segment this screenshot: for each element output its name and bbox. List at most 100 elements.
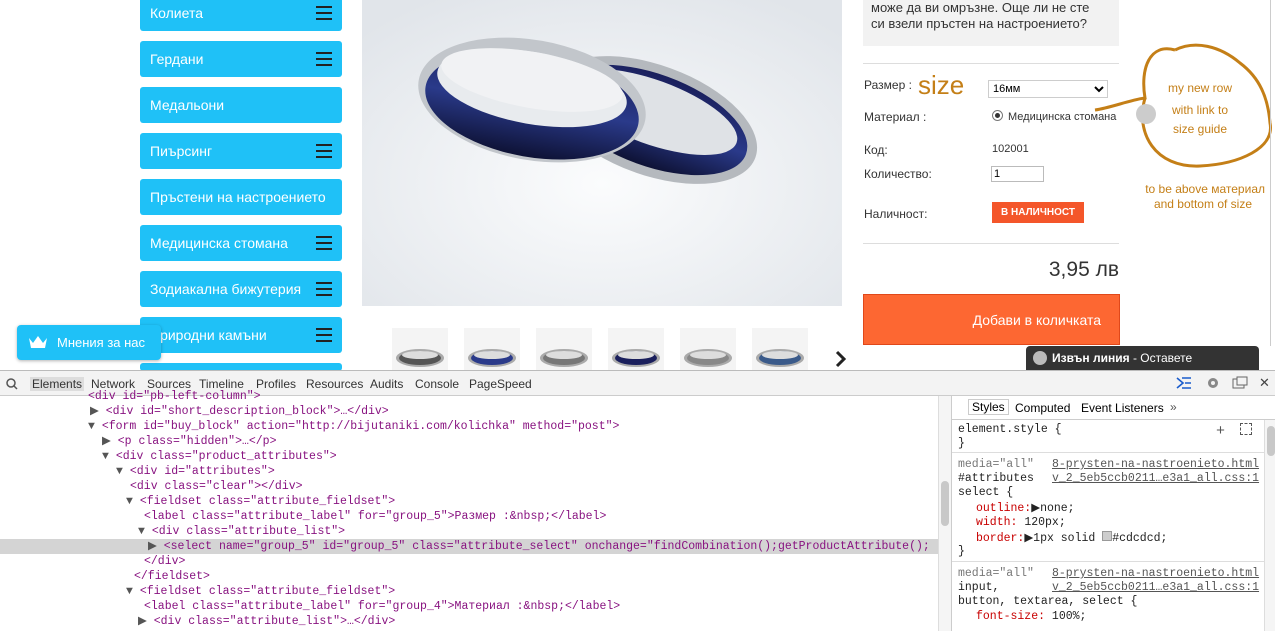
category-label: Пръстени на настроението: [150, 189, 326, 205]
css-value[interactable]: 100%;: [1052, 610, 1087, 623]
dom-node-text: <p class="hidden">…</p>: [117, 435, 277, 448]
chat-icon: [1033, 351, 1047, 365]
element-state-icon[interactable]: [1240, 423, 1252, 435]
product-image[interactable]: [362, 0, 842, 306]
menu-icon[interactable]: [316, 52, 332, 66]
quantity-input[interactable]: [991, 166, 1044, 182]
dom-node[interactable]: <div class="clear"></div>: [0, 479, 938, 494]
description-line: може да ви омръзне. Още ли не сте: [871, 0, 1090, 15]
dom-tree: <div id="pb-left-column"> ▶ <div id="shor…: [0, 390, 938, 631]
style-line: media="all": [958, 567, 1034, 580]
dom-node-text: <div id="pb-left-column">: [88, 390, 261, 403]
annotation-note: and bottom of size: [1153, 197, 1252, 211]
dom-node[interactable]: ▶ <select name="group_5" id="group_5" cl…: [0, 539, 938, 554]
stylesheet-link[interactable]: v_2_5eb5ccb0211…e3a1_all.css:1: [1052, 581, 1259, 595]
thumbnail[interactable]: [536, 328, 592, 370]
css-value[interactable]: #cdcdcd;: [1112, 532, 1167, 545]
menu-icon[interactable]: [316, 6, 332, 20]
scrollbar[interactable]: [938, 396, 951, 631]
thumbnail[interactable]: [464, 328, 520, 370]
size-label: Размер :: [864, 78, 912, 92]
dom-node[interactable]: </fieldset>: [0, 569, 938, 584]
chat-widget[interactable]: Извън линия - Оставете: [1026, 346, 1259, 370]
category-item[interactable]: Колиета: [140, 0, 342, 31]
code-value: 102001: [992, 143, 1029, 155]
scrollbar[interactable]: [1264, 420, 1275, 631]
stylesheet-link[interactable]: 8-prysten-na-nastroenieto.html: [1052, 458, 1259, 472]
scrollbar[interactable]: [1270, 0, 1271, 346]
style-line: element.style {: [958, 423, 1062, 436]
price: 3,95 лв: [1048, 258, 1119, 281]
dom-node[interactable]: <div id="pb-left-column">: [0, 389, 938, 404]
dom-node-text: <div class="product_attributes">: [115, 450, 337, 463]
quantity-label: Количество:: [864, 167, 932, 181]
dom-node[interactable]: </div>: [0, 554, 938, 569]
material-radio[interactable]: [992, 110, 1003, 121]
category-item[interactable]: Медальони: [140, 87, 342, 123]
thumbnail[interactable]: [680, 328, 736, 370]
dom-node[interactable]: ▼ <fieldset class="attribute_fieldset">: [0, 494, 938, 509]
styles-tab[interactable]: Computed: [1015, 401, 1070, 415]
dom-node-text: <label class="attribute_label" for="grou…: [144, 510, 607, 523]
css-value[interactable]: 1px solid: [1033, 532, 1095, 545]
undock-icon[interactable]: [1232, 376, 1248, 390]
styles-tab[interactable]: Event Listeners: [1081, 401, 1164, 415]
gear-icon[interactable]: [1205, 375, 1221, 391]
dom-node[interactable]: ▶ <div class="attribute_list">…</div>: [0, 614, 938, 629]
add-to-cart-button[interactable]: Добави в количката: [863, 294, 1120, 345]
description-line: си взели пръстен на настроението?: [871, 16, 1088, 31]
css-value[interactable]: 120px;: [1024, 516, 1065, 529]
dom-node[interactable]: <label class="attribute_label" for="grou…: [0, 599, 938, 614]
css-prop[interactable]: font-size:: [976, 610, 1045, 623]
code-label: Код:: [864, 143, 888, 157]
css-prop[interactable]: width:: [976, 516, 1017, 529]
category-item[interactable]: Пиърсинг: [140, 133, 342, 169]
add-style-icon[interactable]: +: [1216, 423, 1225, 440]
dom-node[interactable]: ▼ <fieldset class="attribute_fieldset">: [0, 584, 938, 599]
category-item[interactable]: Гердани: [140, 41, 342, 77]
category-item[interactable]: Медицинска стомана: [140, 225, 342, 261]
menu-icon[interactable]: [316, 328, 332, 342]
menu-icon[interactable]: [316, 236, 332, 250]
menu-icon[interactable]: [316, 144, 332, 158]
opinions-button[interactable]: Мнения за нас: [17, 325, 161, 360]
stylesheet-link[interactable]: 8-prysten-na-nastroenieto.html: [1052, 567, 1259, 581]
dom-node-text: <div class="attribute_list">: [151, 525, 346, 538]
dock-icon[interactable]: [1176, 376, 1192, 390]
close-icon[interactable]: ✕: [1259, 375, 1270, 391]
css-prop[interactable]: border:: [976, 532, 1024, 545]
style-line: media="all": [958, 458, 1034, 471]
opinions-label: Мнения за нас: [57, 335, 146, 350]
category-item[interactable]: Пръстени на настроението: [140, 179, 342, 215]
dom-node[interactable]: ▼ <form id="buy_block" action="http://bi…: [0, 419, 938, 434]
menu-icon[interactable]: [316, 282, 332, 296]
styles-tab[interactable]: Styles: [968, 399, 1009, 415]
more-tabs-icon[interactable]: »: [1170, 400, 1177, 414]
dom-node-text: <select name="group_5" id="group_5" clas…: [163, 540, 930, 553]
thumbnail[interactable]: [608, 328, 664, 370]
dom-node[interactable]: ▼ <div class="attribute_list">: [0, 524, 938, 539]
dom-node[interactable]: ▼ <div class="product_attributes">: [0, 449, 938, 464]
css-value[interactable]: none;: [1040, 502, 1075, 515]
category-item[interactable]: Природни камъни: [140, 317, 342, 353]
chevron-right-icon[interactable]: [833, 350, 849, 368]
material-label: Материал :: [864, 110, 927, 124]
stylesheet-link[interactable]: v_2_5eb5ccb0211…e3a1_all.css:1: [1052, 472, 1259, 486]
css-prop[interactable]: outline:: [976, 502, 1031, 515]
dom-node[interactable]: ▶ <p class="hidden">…</p>: [0, 434, 938, 449]
category-label: Природни камъни: [150, 327, 267, 343]
annotation-note: my new row: [1167, 81, 1232, 95]
category-item[interactable]: Зодиакална бижутерия: [140, 271, 342, 307]
availability-badge: В НАЛИЧНОСТ: [992, 202, 1084, 223]
thumbnail[interactable]: [392, 328, 448, 370]
thumbnail[interactable]: [752, 328, 808, 370]
category-label: Пиърсинг: [150, 143, 213, 159]
dom-node-text: </div>: [144, 555, 186, 568]
divider: [863, 243, 1119, 244]
dom-node[interactable]: ▼ <div id="attributes">: [0, 464, 938, 479]
color-swatch[interactable]: [1102, 531, 1113, 541]
dom-node[interactable]: ▶ <div id="short_description_block">…</d…: [0, 404, 938, 419]
crown-icon: [29, 336, 47, 348]
dom-node[interactable]: <label class="attribute_label" for="grou…: [0, 509, 938, 524]
dom-node-text: <div class="attribute_list">…</div>: [153, 615, 396, 628]
